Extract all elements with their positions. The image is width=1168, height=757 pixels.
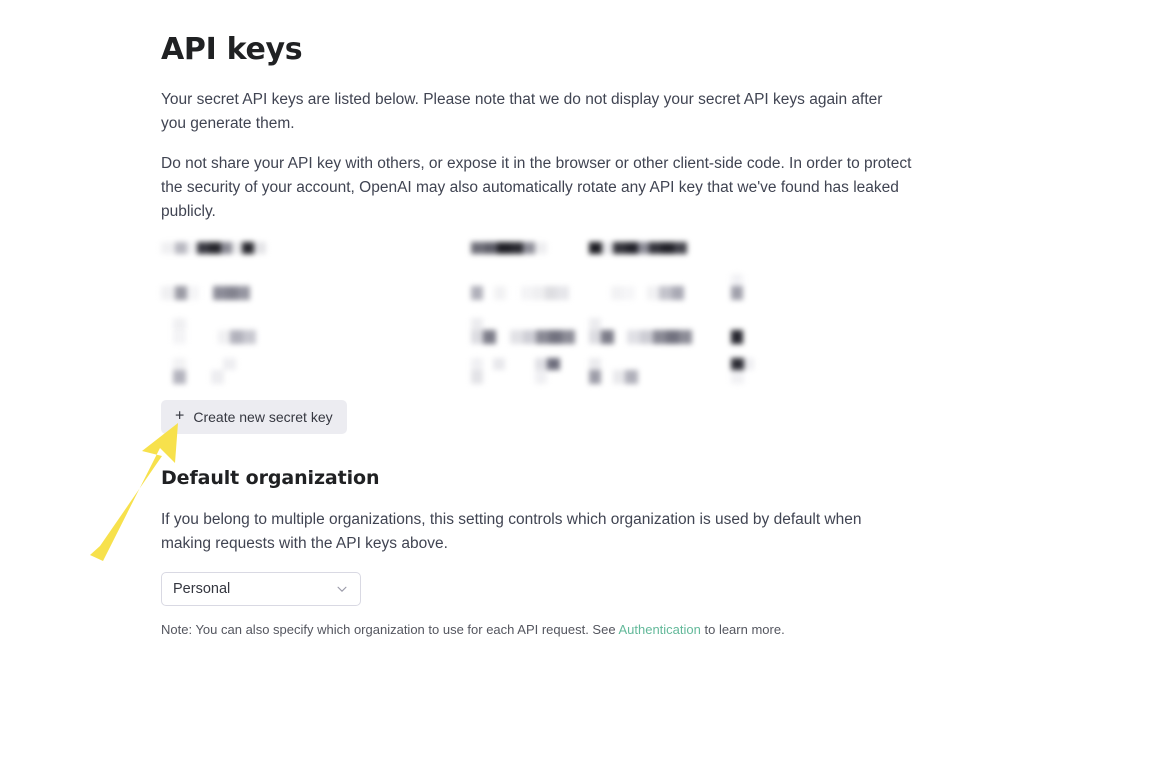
redacted-block [173, 318, 186, 330]
redacted-block [626, 242, 638, 254]
redacted-block [243, 330, 256, 344]
redacted-block [211, 370, 224, 384]
redacted-block [731, 286, 743, 300]
redacted-block [230, 330, 243, 344]
redacted-block [187, 286, 199, 300]
redacted-block [589, 358, 601, 370]
redacted-block [161, 242, 175, 254]
organization-note-suffix: to learn more. [700, 622, 785, 637]
redacted-block [611, 286, 623, 300]
redacted-block [521, 286, 533, 300]
redacted-block [659, 286, 672, 300]
redacted-block [226, 286, 238, 300]
redacted-block [254, 242, 266, 254]
redacted-block [638, 242, 649, 254]
redacted-block [175, 242, 187, 254]
redacted-block [666, 330, 679, 344]
redacted-block [471, 286, 483, 300]
redacted-block [173, 358, 186, 370]
redacted-block [494, 286, 506, 300]
redacted-block [223, 358, 236, 370]
chevron-down-icon [337, 586, 347, 592]
redacted-block [471, 358, 483, 370]
redacted-block [547, 358, 560, 370]
redacted-block [510, 330, 523, 344]
redacted-block [535, 370, 547, 384]
redacted-block [221, 242, 232, 254]
redacted-block [471, 318, 483, 330]
redacted-block [731, 330, 743, 344]
create-new-secret-key-button[interactable]: + Create new secret key [161, 400, 347, 434]
default-organization-description: If you belong to multiple organizations,… [161, 511, 862, 552]
redacted-block [557, 286, 569, 300]
default-organization-select-value: Personal [173, 581, 231, 597]
redacted-block [731, 358, 744, 370]
redacted-block [672, 286, 684, 300]
redacted-block [493, 358, 505, 370]
organization-note-prefix: Note: You can also specify which organiz… [161, 622, 619, 637]
redacted-block [471, 370, 483, 384]
redacted-block [175, 286, 187, 300]
redacted-block [209, 242, 221, 254]
redacted-block [589, 242, 602, 254]
redacted-block [589, 370, 601, 384]
redacted-block [744, 358, 754, 370]
redacted-block [647, 286, 659, 300]
redacted-block [731, 370, 744, 384]
redacted-block [613, 370, 625, 384]
plus-icon: + [175, 407, 185, 425]
redacted-block [661, 242, 674, 254]
redacted-block [679, 330, 692, 344]
authentication-link[interactable]: Authentication [618, 622, 700, 637]
redacted-block [483, 330, 496, 344]
redacted-block [623, 286, 635, 300]
redacted-block [173, 370, 186, 384]
redacted-block [536, 330, 549, 344]
redacted-block [533, 286, 545, 300]
redacted-block [613, 242, 626, 254]
redacted-block [625, 370, 638, 384]
redacted-block [232, 242, 242, 254]
redacted-block [161, 286, 175, 300]
default-organization-heading: Default organization [161, 467, 380, 489]
redacted-block [589, 330, 601, 344]
redacted-block [731, 274, 743, 286]
redacted-block [545, 286, 557, 300]
redacted-block [640, 330, 653, 344]
create-new-secret-key-label: Create new secret key [193, 409, 333, 425]
redacted-block [511, 242, 523, 254]
intro-paragraph: Your secret API keys are listed below. P… [161, 91, 883, 132]
warning-paragraph: Do not share your API key with others, o… [161, 155, 912, 220]
redacted-block [649, 242, 661, 254]
redacted-block [238, 286, 250, 300]
page-title: API keys [161, 32, 303, 67]
organization-note: Note: You can also specify which organiz… [161, 621, 785, 639]
secret-keys-table [161, 240, 761, 384]
redacted-block [218, 330, 230, 344]
redacted-block [653, 330, 666, 344]
redacted-block [197, 242, 209, 254]
redacted-block [601, 330, 614, 344]
redacted-block [549, 330, 562, 344]
redacted-block [471, 330, 483, 344]
redacted-block [674, 242, 687, 254]
redacted-block [535, 242, 547, 254]
redacted-block [471, 242, 485, 254]
default-organization-select[interactable]: Personal [161, 572, 361, 606]
redacted-block [535, 358, 547, 370]
redacted-block [173, 330, 186, 344]
redacted-block [213, 286, 226, 300]
redacted-block [523, 330, 536, 344]
redacted-block [242, 242, 254, 254]
redacted-block [523, 242, 535, 254]
redaction-overlay [161, 240, 761, 384]
redacted-block [562, 330, 575, 344]
redacted-block [485, 242, 497, 254]
redacted-block [589, 318, 601, 330]
redacted-block [602, 242, 613, 254]
redacted-block [627, 330, 640, 344]
redacted-block [187, 242, 197, 254]
redacted-block [497, 242, 511, 254]
